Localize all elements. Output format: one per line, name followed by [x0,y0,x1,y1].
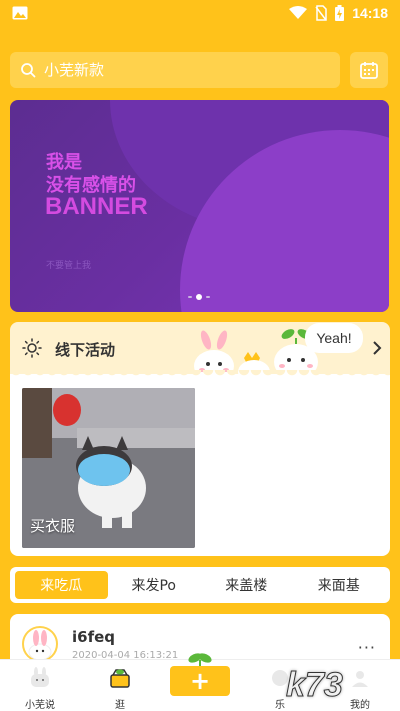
nav-item-guang[interactable]: 逛 [90,666,150,711]
svg-text:k73: k73 [286,666,343,704]
calendar-icon [360,62,378,79]
post-username[interactable]: i6feq [72,628,115,646]
box-icon [110,669,130,688]
more-options-icon[interactable]: ··· [358,638,376,657]
scallop-divider [10,370,390,378]
nav-item-xiaowushuo[interactable]: 小芜说 [10,666,70,711]
no-sim-icon [315,5,327,21]
bunny-icon [31,667,49,687]
tab-fapo[interactable]: 来发Po [108,571,201,599]
speech-bubble: Yeah! [305,323,363,353]
chevron-right-icon[interactable] [372,340,382,356]
pagination-dot-active [196,294,202,300]
tab-mianji[interactable]: 来面基 [293,571,386,599]
tab-chigua[interactable]: 来吃瓜 [15,571,108,599]
battery-charging-icon [335,5,345,21]
search-input[interactable] [44,61,314,79]
add-post-button[interactable]: + [170,666,230,696]
status-time: 14:18 [352,5,388,21]
activity-title: 线下活动 [55,341,116,359]
sun-icon [22,338,42,358]
pagination-dot [188,296,192,298]
status-bar: 14:18 [0,0,400,28]
bunny-avatar-icon [28,630,52,660]
nav-label: 逛 [115,700,125,711]
watermark-logo: k73 [286,666,344,705]
calendar-button[interactable] [350,52,388,88]
banner[interactable]: 我是 没有感情的 BANNER 不要管上我 [10,100,389,312]
activity-card-caption: 买衣服 [30,517,76,535]
search-icon [21,63,36,78]
wifi-icon [289,6,308,19]
banner-title: BANNER [45,193,148,220]
nav-label: 小芜说 [25,700,55,711]
search-bar[interactable] [10,52,340,88]
banner-subtext: 不要管上我 [46,261,92,271]
activity-card[interactable]: 买衣服 [22,388,195,548]
category-tabs: 来吃瓜 来发Po 来盖楼 来面基 [10,567,390,603]
banner-pagination [188,294,210,300]
pagination-dot [206,296,210,298]
avatar[interactable] [22,626,58,662]
tab-gailou[interactable]: 来盖楼 [200,571,293,599]
gallery-icon [12,6,28,20]
